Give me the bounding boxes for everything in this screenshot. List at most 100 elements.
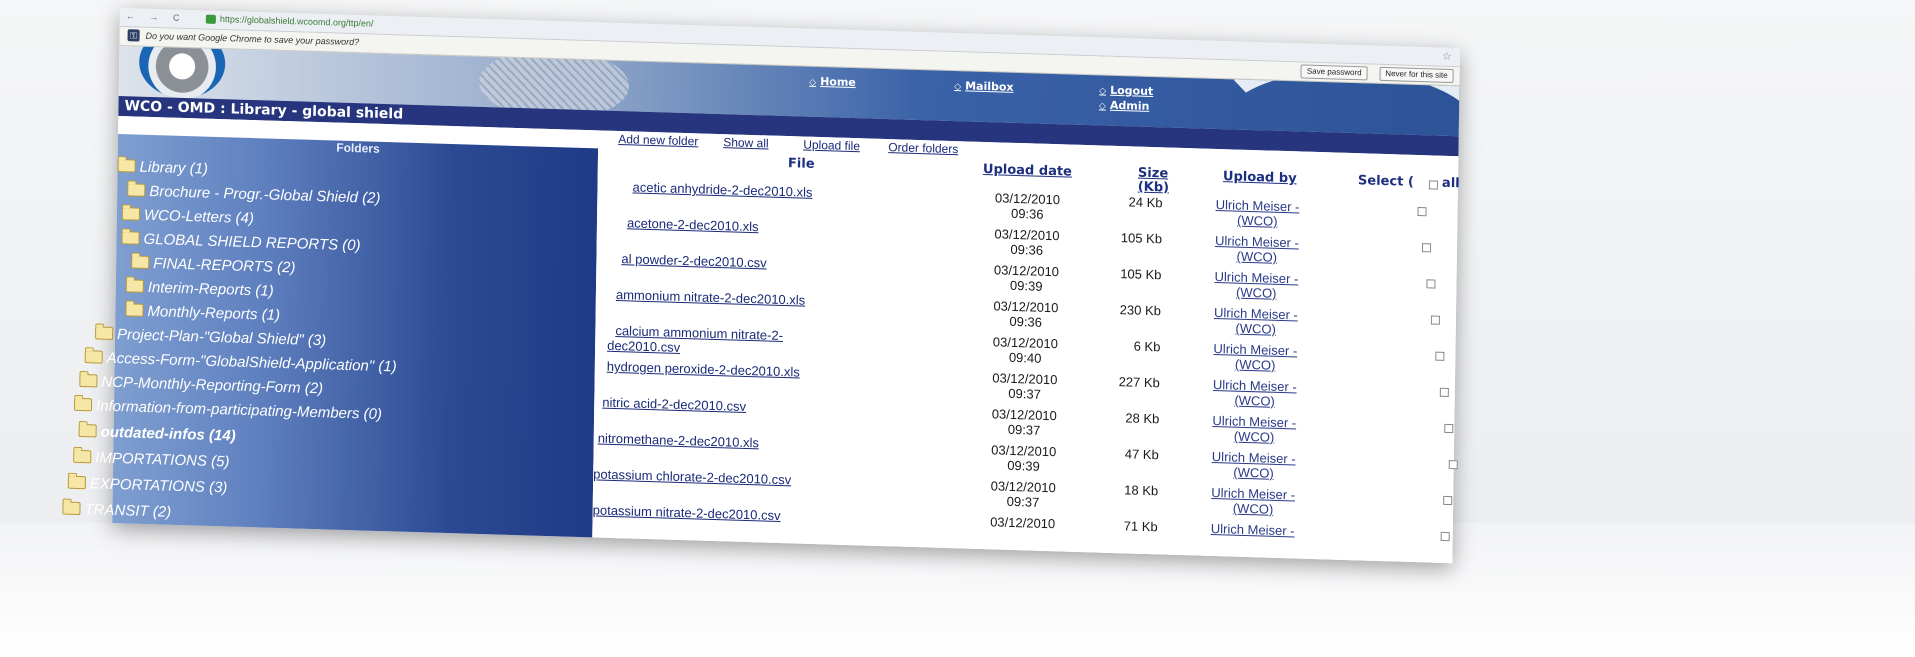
upload-by-link[interactable]: Ulrich Meiser - (WCO): [1183, 448, 1323, 482]
file-link[interactable]: al powder-2-dec2010.csv: [621, 251, 766, 270]
size-cell: 6 Kb: [1133, 338, 1161, 355]
file-link[interactable]: calcium ammonium nitrate-2- dec2010.csv: [607, 323, 783, 358]
diamond-icon: ◇: [809, 77, 817, 88]
folder-label: Interim-Reports (1): [147, 278, 274, 300]
size-cell: 105 Kb: [1120, 266, 1162, 283]
lock-icon: [205, 14, 216, 24]
folder-item[interactable]: Access-Form-"GlobalShield-Application" (…: [84, 349, 397, 375]
folder-item-selected[interactable]: outdated-infos (14): [78, 423, 236, 445]
folder-icon: [125, 303, 144, 317]
order-folders-link[interactable]: Order folders: [888, 140, 958, 156]
diamond-icon: ◇: [1099, 86, 1107, 97]
folder-icon: [62, 501, 81, 516]
folder-icon: [117, 159, 136, 173]
upload-time: 09:37: [1007, 421, 1041, 438]
add-folder-link[interactable]: Add new folder: [618, 132, 698, 148]
upload-date-cell: 03/12/2010 09:36: [971, 298, 1081, 331]
folder-item[interactable]: NCP-Monthly-Reporting-Form (2): [79, 373, 323, 397]
folder-label: WCO-Letters (4): [143, 206, 255, 228]
folder-item[interactable]: Project-Plan-"Global Shield" (3): [95, 325, 326, 349]
uploader-org: (WCO): [1233, 428, 1275, 445]
row-select-checkbox[interactable]: [1430, 315, 1440, 325]
folder-icon: [73, 449, 92, 464]
upload-date-cell: 03/12/2010 09:36: [972, 226, 1082, 259]
folder-item[interactable]: TRANSIT (2): [62, 501, 171, 521]
file-link[interactable]: nitric acid-2-dec2010.csv: [602, 395, 746, 414]
folder-label: Brochure - Progr.-Global Shield (2): [149, 182, 381, 207]
nav-logout-link[interactable]: ◇ Logout: [1099, 83, 1153, 98]
upload-date-cell: 03/12/2010: [968, 514, 1078, 532]
upload-by-link[interactable]: Ulrich Meiser - (WCO): [1185, 340, 1325, 374]
uploader-name: Ulrich Meiser -: [1210, 520, 1295, 539]
photo-background: ← → C https://globalshield.wcoomd.org/tt…: [0, 0, 1915, 657]
nav-logout-label: Logout: [1110, 83, 1154, 99]
upload-date-cell: 03/12/2010 09:39: [971, 262, 1081, 295]
file-link[interactable]: acetone-2-dec2010.xls: [627, 215, 759, 234]
folder-label: TRANSIT (2): [84, 501, 172, 521]
uploader-org: (WCO): [1234, 356, 1276, 373]
row-select-checkbox[interactable]: [1426, 279, 1436, 289]
upload-time: 09:36: [1010, 205, 1044, 222]
select-all-checkbox[interactable]: [1428, 180, 1439, 190]
uploader-org: (WCO): [1233, 464, 1274, 481]
show-all-link[interactable]: Show all: [723, 135, 769, 150]
folder-item[interactable]: FINAL-REPORTS (2): [131, 254, 296, 276]
folder-item[interactable]: IMPORTATIONS (5): [73, 449, 230, 471]
folder-icon: [121, 231, 140, 245]
folder-item[interactable]: WCO-Letters (4): [121, 206, 255, 228]
nav-home-link[interactable]: ◇ Home: [809, 75, 856, 89]
row-select-checkbox[interactable]: [1417, 207, 1427, 217]
upload-by-link[interactable]: Ulrich Meiser -: [1183, 520, 1323, 539]
browser-nav-icons[interactable]: ← → C: [126, 11, 186, 23]
folder-item[interactable]: EXPORTATIONS (3): [67, 475, 228, 497]
row-select-checkbox[interactable]: [1448, 460, 1458, 470]
folder-label: Information-from-participating-Members (…: [95, 397, 383, 424]
folder-item[interactable]: Monthly-Reports (1): [125, 302, 280, 324]
folder-icon: [125, 279, 144, 293]
upload-by-link[interactable]: Ulrich Meiser - (WCO): [1186, 268, 1326, 302]
col-header-upload-date[interactable]: Upload date: [983, 162, 1072, 180]
file-link[interactable]: acetic anhydride-2-dec2010.xls: [632, 179, 812, 199]
folder-icon: [73, 397, 93, 412]
folder-label: Monthly-Reports (1): [147, 302, 281, 324]
row-select-checkbox[interactable]: [1444, 423, 1454, 434]
folder-label: IMPORTATIONS (5): [95, 449, 230, 471]
folder-item[interactable]: Information-from-participating-Members (…: [73, 397, 383, 424]
upload-time: 09:37: [1006, 493, 1040, 510]
wco-logo: [138, 46, 226, 100]
col-header-select: Select (: [1357, 173, 1414, 190]
upload-by-link[interactable]: Ulrich Meiser - (WCO): [1187, 196, 1327, 230]
row-select-checkbox[interactable]: [1443, 495, 1453, 506]
uploader-org: (WCO): [1234, 392, 1275, 409]
upload-by-link[interactable]: Ulrich Meiser - (WCO): [1183, 484, 1323, 518]
upload-by-link[interactable]: Ulrich Meiser - (WCO): [1184, 412, 1324, 446]
bookmark-star-icon[interactable]: ☆: [1442, 50, 1452, 63]
upload-time: 09:40: [1008, 349, 1042, 366]
upload-by-link[interactable]: Ulrich Meiser - (WCO): [1185, 376, 1325, 410]
upload-by-link[interactable]: Ulrich Meiser - (WCO): [1187, 232, 1327, 266]
uploader-org: (WCO): [1235, 284, 1277, 301]
file-table: File Upload date Size (Kb) Upload by Sel…: [592, 148, 1460, 564]
upload-by-link[interactable]: Ulrich Meiser - (WCO): [1186, 304, 1326, 338]
upload-date-cell: 03/12/2010 09:40: [970, 334, 1080, 367]
folder-item[interactable]: Brochure - Progr.-Global Shield (2): [127, 182, 381, 207]
nav-mailbox-link[interactable]: ◇ Mailbox: [954, 79, 1014, 93]
upload-time: 09:37: [1008, 385, 1042, 402]
col-header-size[interactable]: Size (Kb): [1138, 166, 1188, 197]
row-select-checkbox[interactable]: [1439, 387, 1449, 398]
folder-item[interactable]: Library (1): [117, 158, 208, 178]
row-select-checkbox[interactable]: [1435, 351, 1445, 361]
row-select-checkbox[interactable]: [1440, 531, 1450, 542]
folder-label: EXPORTATIONS (3): [89, 475, 228, 497]
nav-admin-link[interactable]: ◇ Admin: [1099, 98, 1150, 113]
col-header-upload-by[interactable]: Upload by: [1223, 169, 1297, 186]
never-for-site-button[interactable]: Never for this site: [1379, 66, 1454, 84]
folder-item[interactable]: GLOBAL SHIELD REPORTS (0): [121, 230, 361, 254]
upload-file-link[interactable]: Upload file: [803, 138, 860, 154]
folder-item[interactable]: Interim-Reports (1): [125, 278, 274, 300]
url-text[interactable]: https://globalshield.wcoomd.org/ttp/en/: [220, 14, 374, 29]
save-password-button[interactable]: Save password: [1300, 64, 1368, 81]
row-select-checkbox[interactable]: [1421, 243, 1432, 253]
size-cell: 28 Kb: [1125, 410, 1160, 427]
folder-label: NCP-Monthly-Reporting-Form (2): [101, 373, 324, 398]
